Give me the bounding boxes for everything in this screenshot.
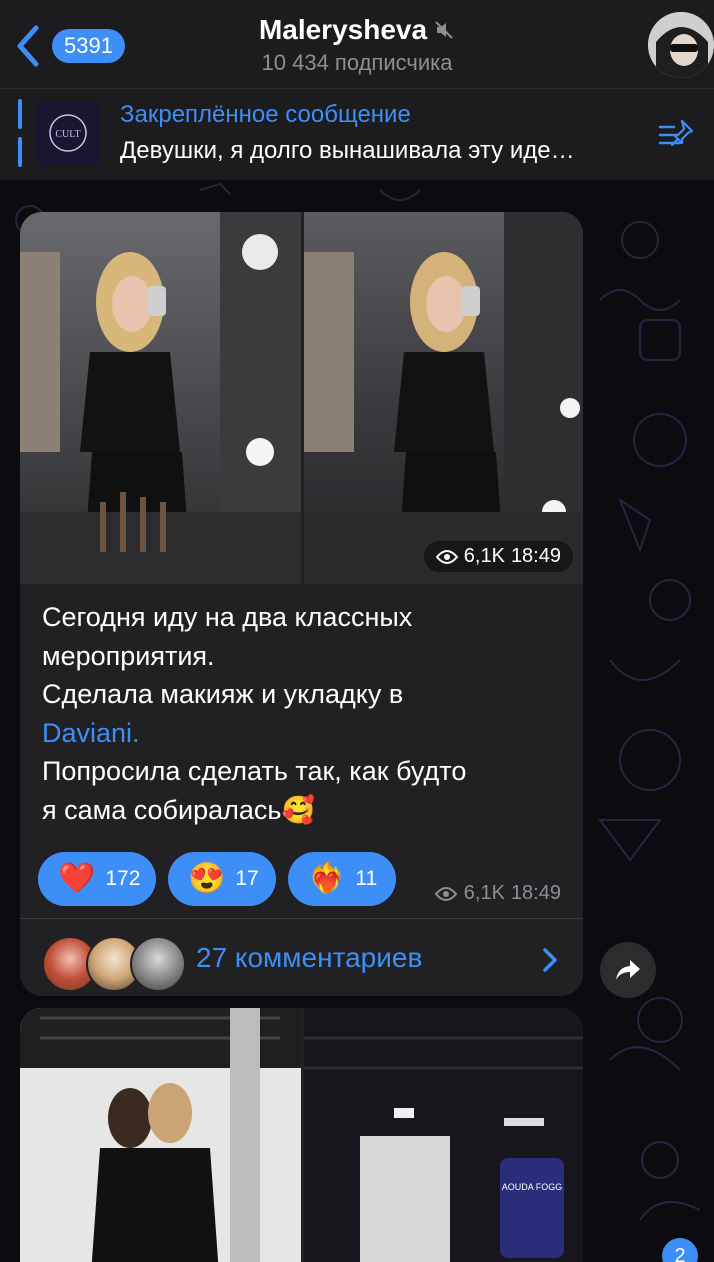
pinned-title: Закреплённое сообщение (120, 101, 411, 128)
reaction-count: 11 (355, 867, 378, 890)
pinned-thumb-logo: CULT (55, 129, 80, 140)
reactions-row: ❤️ 172 😍 17 ❤️‍🔥 11 (38, 852, 396, 906)
channel-title-area[interactable]: Malerysheva 10 434 подписчика (0, 14, 714, 76)
reaction-heart-eyes[interactable]: 😍 17 (168, 852, 276, 906)
pinned-indicator (18, 99, 22, 171)
post-text-line: Сделала макияж и укладку в (42, 679, 404, 709)
media-meta: 6,1K 18:49 (423, 541, 573, 572)
post-text-line: Сегодня иду на два классных (42, 602, 413, 632)
media-views: 6,1K (463, 545, 505, 567)
media-time: 18:49 (510, 545, 561, 567)
channel-avatar[interactable] (648, 12, 714, 78)
channel-title: Malerysheva (258, 14, 428, 45)
photo-mirror-selfie-2 (304, 212, 583, 584)
post-text: Сегодня иду на два классных мероприятия.… (42, 598, 572, 829)
post-photo-1[interactable] (20, 212, 301, 584)
reaction-heart[interactable]: ❤️ 172 (38, 852, 156, 906)
comments-count: 27 комментариев (196, 942, 423, 973)
pinned-text: Девушки, я долго вынашивала эту иде… (120, 137, 575, 164)
pinned-message-bar[interactable]: CULT Закреплённое сообщение Девушки, я д… (0, 88, 714, 180)
avatar-image (648, 12, 714, 78)
eye-icon (434, 886, 458, 901)
share-button[interactable] (600, 942, 656, 998)
pin-list-icon[interactable] (658, 117, 698, 153)
post-time: 18:49 (510, 882, 561, 904)
comments-button[interactable]: 27 комментариев (20, 920, 583, 996)
divider (20, 918, 583, 919)
eye-icon (435, 549, 458, 564)
post2-photo-1[interactable] (20, 1008, 301, 1262)
reaction-count: 17 (235, 867, 259, 890)
post-text-line: мероприятия. (42, 640, 215, 671)
heart-eyes-emoji-icon: 😍 (188, 862, 226, 895)
pinned-thumbnail: CULT (36, 101, 100, 165)
reaction-heart-fire[interactable]: ❤️‍🔥 11 (288, 852, 396, 906)
share-arrow-icon (616, 960, 640, 980)
avatar (130, 936, 186, 992)
subscriber-count: 10 434 подписчика (261, 50, 453, 75)
post-link[interactable]: Daviani. (42, 718, 140, 748)
post-views: 6,1K (463, 882, 505, 904)
scroll-down-unread-badge[interactable]: 2 (662, 1238, 698, 1262)
channel-post: 6,1K 18:49 Сегодня иду на два классных м… (20, 212, 583, 996)
post2-photo-2[interactable]: AOUDA FOGG (304, 1008, 583, 1262)
photo-mirror-selfie-1 (20, 212, 301, 584)
post-meta: 6,1K 18:49 (434, 882, 561, 905)
photo-event-mirror (20, 1008, 301, 1262)
photo-event-poster: AOUDA FOGG (304, 1008, 583, 1262)
post-text-line: Попросила сделать так, как будто (42, 756, 467, 786)
post-text-line: я сама собиралась🥰 (42, 794, 316, 825)
heart-emoji-icon: ❤️ (58, 862, 96, 895)
chevron-right-icon (543, 948, 557, 972)
commenter-avatars (42, 936, 186, 994)
heart-on-fire-emoji-icon: ❤️‍🔥 (308, 862, 346, 895)
mute-icon (435, 21, 453, 39)
chat-header: 5391 Malerysheva 10 434 подписчика (0, 0, 714, 88)
channel-post-2: AOUDA FOGG (20, 1008, 583, 1262)
poster-text: AOUDA FOGG (502, 1182, 563, 1192)
post-photo-2[interactable]: 6,1K 18:49 (304, 212, 583, 584)
reaction-count: 172 (105, 867, 141, 890)
